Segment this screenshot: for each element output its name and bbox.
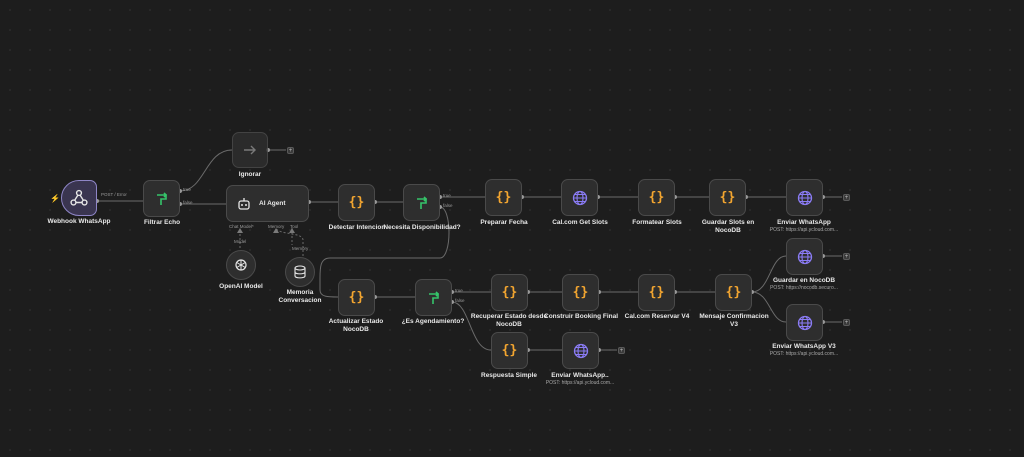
code-icon: {} — [348, 290, 365, 305]
node-calget-label: Cal.com Get Slots — [552, 219, 608, 226]
node-enviar1-label: Enviar WhatsApp — [777, 219, 831, 226]
add-node-button[interactable]: + — [843, 253, 850, 260]
code-icon: {} — [648, 190, 665, 205]
connections-layer — [95, 148, 842, 352]
code-icon: {} — [501, 285, 518, 300]
edge-label-true-3: true — [455, 288, 463, 293]
node-formatear-label: Formatear Slots — [632, 219, 682, 226]
edge-label-false-3: false — [455, 298, 465, 303]
node-enviar-whatsapp-v3[interactable] — [786, 304, 823, 341]
node-ai-agent-label: AI Agent — [259, 200, 286, 207]
code-icon: {} — [725, 285, 742, 300]
node-webhook-label: Webhook WhatsApp — [47, 218, 111, 225]
globe-icon — [572, 190, 587, 205]
edge-label-memory: Memory — [292, 246, 309, 251]
node-mensaje-label: Mensaje Confirmacion V3 — [699, 313, 769, 328]
node-preparar-label: Preparar Fecha — [480, 219, 528, 226]
node-enviar2-label: Enviar WhatsApp.. — [551, 372, 609, 379]
code-icon: {} — [348, 195, 365, 210]
node-respuesta-simple[interactable]: {} — [491, 332, 528, 369]
node-calcom-get-slots[interactable] — [561, 179, 598, 216]
edge-label-false: false — [183, 200, 193, 205]
node-preparar-fecha[interactable]: {} — [485, 179, 522, 216]
node-detectar-label: Detectar Intencion — [328, 224, 386, 231]
node-recuperar-label: Recuperar Estado desde NocoDB — [470, 313, 548, 328]
node-ai-agent[interactable]: AI Agent — [226, 185, 309, 222]
node-formatear-slots[interactable]: {} — [638, 179, 675, 216]
node-ignorar-label: Ignorar — [238, 171, 262, 178]
node-memoria-conversacion[interactable] — [285, 257, 315, 287]
edge-memoria-agent — [275, 227, 304, 256]
node-actualizar-label: Actualizar Estado NocoDB — [328, 318, 384, 333]
openai-icon — [235, 259, 247, 271]
node-filtrar-echo[interactable] — [143, 180, 180, 217]
node-filtrar-label: Filtrar Echo — [143, 219, 181, 226]
globe-icon — [797, 249, 812, 264]
node-webhook-whatsapp[interactable] — [61, 180, 97, 216]
filter-icon — [428, 290, 439, 304]
edge-label-false-2: false — [443, 203, 453, 208]
trigger-bolt-icon: ⚡ — [50, 194, 60, 203]
node-enviar2-subtitle: POST: https://api.ycloud.com... — [545, 380, 615, 386]
edge-label-true: true — [183, 187, 191, 192]
node-respuesta-label: Respuesta Simple — [481, 372, 537, 379]
node-necesita-label: Necesita Disponibilidad? — [383, 224, 461, 231]
node-construir-label: Construir Booking Final — [544, 313, 619, 320]
node-construir-booking[interactable]: {} — [562, 274, 599, 311]
node-enviar-v3-label: Enviar WhatsApp V3 — [772, 343, 836, 350]
workflow-canvas[interactable]: ⚡ Webhook WhatsApp POST / Error Filtrar … — [0, 0, 1024, 457]
node-actualizar-estado[interactable]: {} — [338, 279, 375, 316]
code-icon: {} — [501, 343, 518, 358]
node-enviar-whatsapp-2[interactable] — [562, 332, 599, 369]
node-guardar-noco-label: Guardar en NocoDB — [772, 277, 836, 284]
node-guardar-slots[interactable]: {} — [709, 179, 746, 216]
code-icon: {} — [572, 285, 589, 300]
webhook-icon — [70, 189, 88, 206]
node-memoria-label: Memoria Conversacion — [278, 289, 322, 304]
globe-icon — [573, 343, 588, 358]
node-guardar-slots-label: Guardar Slots en NocoDB — [701, 219, 755, 234]
port-chat-model: Chat Model* — [229, 224, 254, 229]
node-guardar-noco-subtitle: POST: https://nocodb.securo... — [770, 285, 838, 291]
add-node-button[interactable]: + — [618, 347, 625, 354]
node-mensaje-confirmacion[interactable]: {} — [715, 274, 752, 311]
node-es-agendamiento[interactable] — [415, 279, 452, 316]
filter-icon — [156, 191, 167, 205]
database-icon — [294, 265, 306, 279]
node-openai-label: OpenAI Model — [219, 283, 263, 290]
filter-icon — [416, 195, 427, 209]
node-detectar-intencion[interactable]: {} — [338, 184, 375, 221]
robot-icon — [238, 197, 250, 210]
node-necesita-disponibilidad[interactable] — [403, 184, 440, 221]
node-ignorar[interactable] — [232, 132, 268, 168]
node-enviar1-subtitle: POST: https://api.ycloud.com... — [769, 227, 839, 233]
port-tool: Tool — [290, 224, 299, 229]
port-memory: Memory — [268, 224, 285, 229]
code-icon: {} — [648, 285, 665, 300]
add-node-button[interactable]: + — [287, 147, 294, 154]
code-icon: {} — [719, 190, 736, 205]
node-enviar-v3-subtitle: POST: https://api.ycloud.com... — [769, 351, 839, 357]
edge-label-model: Model — [234, 239, 247, 244]
node-guardar-nocodb[interactable] — [786, 238, 823, 275]
node-openai-model[interactable] — [226, 250, 256, 280]
node-calreservar-label: Cal.com Reservar V4 — [624, 313, 690, 320]
node-esagenda-label: ¿Es Agendamiento? — [401, 318, 465, 325]
edge-label-true-2: true — [443, 193, 451, 198]
add-node-button[interactable]: + — [843, 194, 850, 201]
add-node-button[interactable]: + — [843, 319, 850, 326]
node-calcom-reservar[interactable]: {} — [638, 274, 675, 311]
arrow-right-icon — [244, 145, 256, 155]
globe-icon — [797, 190, 812, 205]
globe-icon — [797, 315, 812, 330]
node-enviar-whatsapp[interactable] — [786, 179, 823, 216]
edge-label-post: POST / Error — [101, 192, 127, 197]
code-icon: {} — [495, 190, 512, 205]
node-recuperar-estado[interactable]: {} — [491, 274, 528, 311]
